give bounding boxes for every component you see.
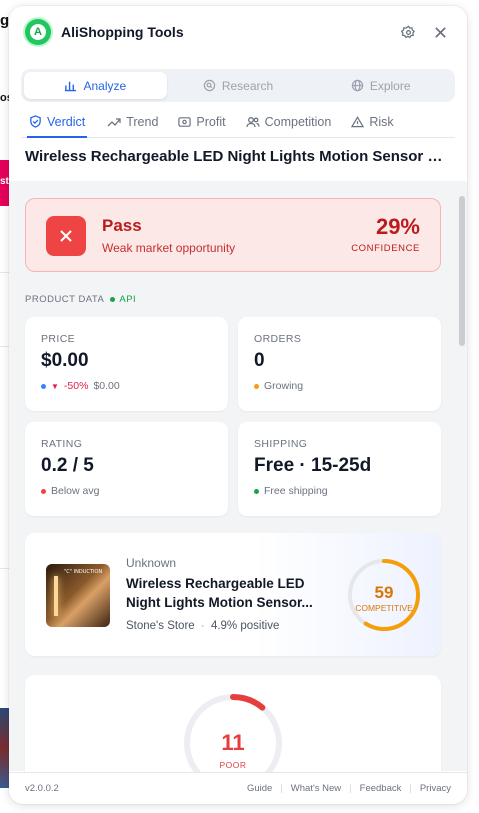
status-dot	[254, 383, 259, 389]
tab-label: Trend	[126, 114, 159, 129]
mode-analyze[interactable]: Analyze	[24, 72, 167, 99]
background-fragment: g	[0, 12, 10, 29]
card-label: ORDERS	[254, 333, 302, 345]
close-icon	[434, 26, 446, 38]
price-change-pct: -50%	[63, 380, 89, 392]
background-image	[0, 708, 9, 788]
mode-explore[interactable]: Explore	[309, 72, 452, 99]
store-name: Stone's Store	[126, 620, 195, 632]
analysis-tabs: Verdict Trend Profit Competition Risk	[21, 106, 455, 138]
product-category: Unknown	[126, 556, 177, 570]
confidence-value: 29%	[375, 214, 420, 239]
competition-score: 59	[375, 583, 394, 602]
scrollbar-thumb[interactable]	[459, 196, 465, 346]
orders-card: ORDERS 0 Growing	[238, 317, 441, 411]
footer-link-guide[interactable]: Guide	[239, 783, 280, 794]
fail-icon	[46, 216, 86, 256]
search-circle-icon	[203, 79, 216, 92]
competition-label: COMPETITIVE	[355, 603, 413, 613]
mode-label: Research	[221, 78, 274, 93]
opportunity-score: 11	[221, 730, 244, 755]
verdict-banner: Pass Weak market opportunity 29% CONFIDE…	[25, 198, 441, 272]
rating-value: 0.2 / 5	[41, 455, 94, 476]
mode-switcher: Analyze Research Explore	[21, 69, 455, 102]
opportunity-label: POOR	[219, 760, 246, 770]
tab-label: Verdict	[47, 114, 86, 129]
product-summary-card[interactable]: "C" INDUCTION Unknown Wireless Rechargea…	[25, 533, 441, 656]
footer-link-feedback[interactable]: Feedback	[352, 783, 410, 794]
status-dot	[254, 488, 259, 494]
panel-header: A AliShopping Tools	[9, 6, 467, 58]
footer-link-whats-new[interactable]: What's New	[283, 783, 349, 794]
close-button[interactable]	[429, 21, 451, 43]
product-name: Wireless Rechargeable LED Night Lights M…	[126, 576, 313, 610]
bar-chart-icon	[65, 81, 77, 92]
footer-link-privacy[interactable]: Privacy	[412, 783, 451, 794]
mode-label: Analyze	[83, 78, 127, 93]
wallet-icon	[178, 116, 192, 127]
mode-label: Explore	[369, 78, 411, 93]
shipping-card: SHIPPING Free · 15-25d Free shipping	[238, 422, 441, 516]
card-label: PRICE	[41, 333, 76, 345]
extension-panel: A AliShopping Tools Analyze Research Exp…	[9, 6, 467, 804]
status-dot	[41, 383, 46, 389]
app-logo: A	[25, 19, 51, 45]
shipping-status: Free shipping	[254, 485, 328, 497]
competition-gauge: 59 COMPETITIVE	[348, 559, 420, 631]
store-positive: 4.9% positive	[210, 620, 280, 632]
tab-verdict[interactable]: Verdict	[21, 106, 93, 138]
price-change: ▼ -50% $0.00	[41, 380, 120, 392]
tab-risk[interactable]: Risk	[343, 106, 401, 137]
price-previous: $0.00	[93, 380, 120, 392]
globe-icon	[351, 79, 364, 92]
users-icon	[245, 116, 260, 127]
settings-button[interactable]	[397, 21, 419, 43]
product-data-heading: PRODUCT DATA API	[25, 294, 136, 305]
orders-value: 0	[254, 350, 265, 371]
rating-card: RATING 0.2 / 5 Below avg	[25, 422, 228, 516]
product-title: Wireless Rechargeable LED Night Lights M…	[25, 148, 451, 165]
store-info: Stone's Store · 4.9% positive	[126, 620, 280, 632]
app-title: AliShopping Tools	[61, 24, 184, 40]
down-arrow-icon: ▼	[51, 381, 59, 391]
version-label: v2.0.0.2	[25, 783, 59, 794]
orders-status: Growing	[254, 380, 303, 392]
verdict-label: Pass	[102, 216, 142, 235]
section-label: PRODUCT DATA	[25, 294, 105, 305]
status-dot	[41, 488, 46, 494]
tab-competition[interactable]: Competition	[238, 106, 340, 137]
product-thumbnail[interactable]: "C" INDUCTION	[46, 564, 110, 627]
tab-profit[interactable]: Profit	[170, 106, 233, 137]
tab-trend[interactable]: Trend	[99, 106, 166, 137]
background-fragment: st	[0, 176, 9, 187]
warning-icon	[351, 115, 365, 127]
verdict-subtitle: Weak market opportunity	[102, 241, 236, 255]
gear-icon	[400, 24, 415, 38]
trend-up-icon	[107, 117, 121, 126]
tab-label: Profit	[196, 114, 226, 129]
card-label: RATING	[41, 438, 83, 450]
shield-check-icon	[30, 115, 41, 128]
tab-label: Risk	[369, 114, 394, 129]
price-value: $0.00	[41, 350, 89, 371]
card-label: SHIPPING	[254, 438, 308, 450]
price-card: PRICE $0.00 ▼ -50% $0.00	[25, 317, 228, 411]
panel-footer: v2.0.0.2 Guide | What's New | Feedback |…	[9, 772, 467, 804]
rating-status: Below avg	[41, 485, 99, 497]
tab-label: Competition	[264, 114, 332, 129]
status-dot	[110, 297, 116, 302]
mode-research[interactable]: Research	[167, 72, 310, 99]
api-badge: API	[110, 294, 136, 305]
shipping-value: Free · 15-25d	[254, 455, 372, 476]
confidence-label: CONFIDENCE	[351, 243, 420, 254]
